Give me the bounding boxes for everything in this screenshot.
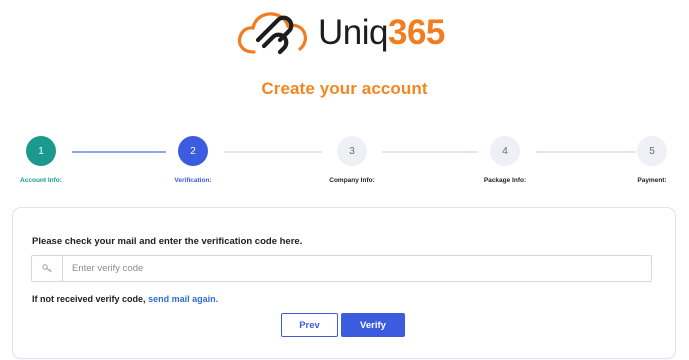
progress-stepper: 1 2 3 4 5 Account Info: Verification: Co… (0, 134, 689, 188)
step-1-label: Account Info: (20, 177, 62, 184)
step-3-circle: 3 (337, 136, 367, 166)
brand-logo: Uniq365 (234, 6, 445, 58)
verification-instruction: Please check your mail and enter the ver… (32, 236, 303, 247)
step-1-circle[interactable]: 1 (26, 136, 56, 166)
page-title: Create your account (261, 79, 428, 98)
step-connector (72, 151, 166, 153)
resend-message: If not received verify code, send mail a… (32, 294, 218, 304)
verify-button[interactable]: Verify (341, 313, 405, 337)
prev-button[interactable]: Prev (281, 313, 338, 337)
verify-code-field[interactable] (31, 255, 652, 282)
step-connector (536, 151, 636, 153)
step-connector (382, 151, 478, 153)
key-icon (32, 256, 63, 281)
step-5-circle: 5 (637, 136, 667, 166)
step-4-label: Package Info: (483, 177, 527, 184)
step-5-label: Payment: (637, 177, 667, 184)
step-3-label: Company Info: (329, 177, 375, 184)
step-2-label: Verification: (174, 177, 212, 184)
brand-name: Uniq365 (318, 12, 445, 52)
cloud-link-icon (237, 12, 307, 55)
step-connector (224, 151, 322, 153)
step-4-circle: 4 (490, 136, 520, 166)
send-mail-again-link[interactable]: send mail again. (148, 294, 218, 304)
step-2-circle[interactable]: 2 (178, 136, 208, 166)
verify-code-input[interactable] (63, 256, 651, 281)
resend-text: If not received verify code, (32, 294, 146, 304)
